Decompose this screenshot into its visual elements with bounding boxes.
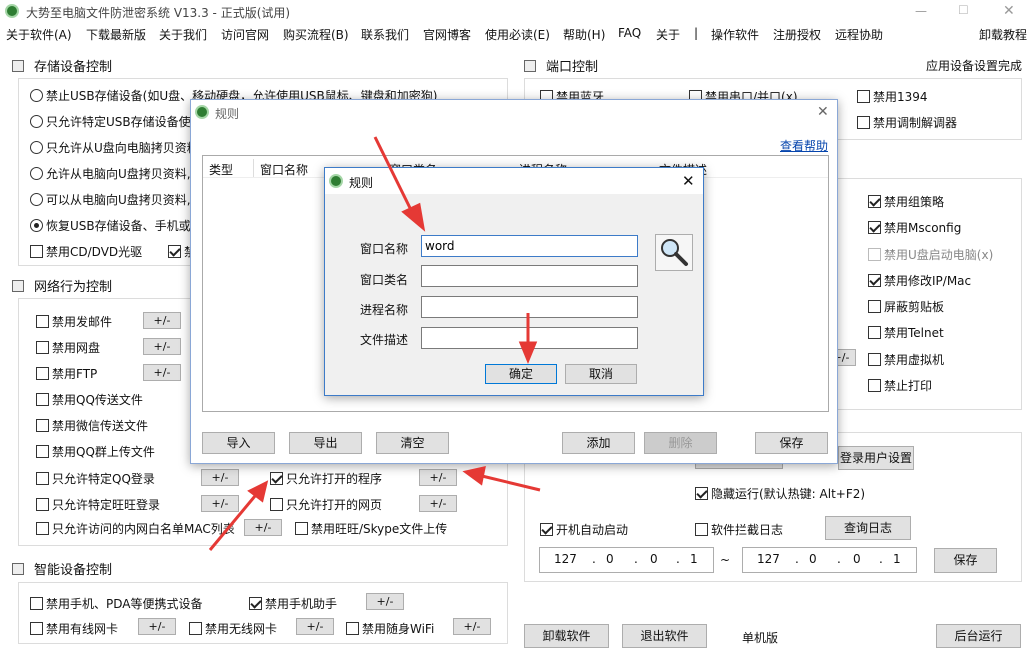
annotation-arrows — [208, 136, 541, 551]
arrow-to-window-name — [373, 136, 414, 213]
arrowhead — [401, 202, 426, 232]
arrowhead — [518, 341, 538, 364]
arrowhead — [462, 466, 486, 486]
arrow-to-allowed-programs — [208, 495, 257, 551]
arrow-to-plusminus — [481, 474, 541, 492]
